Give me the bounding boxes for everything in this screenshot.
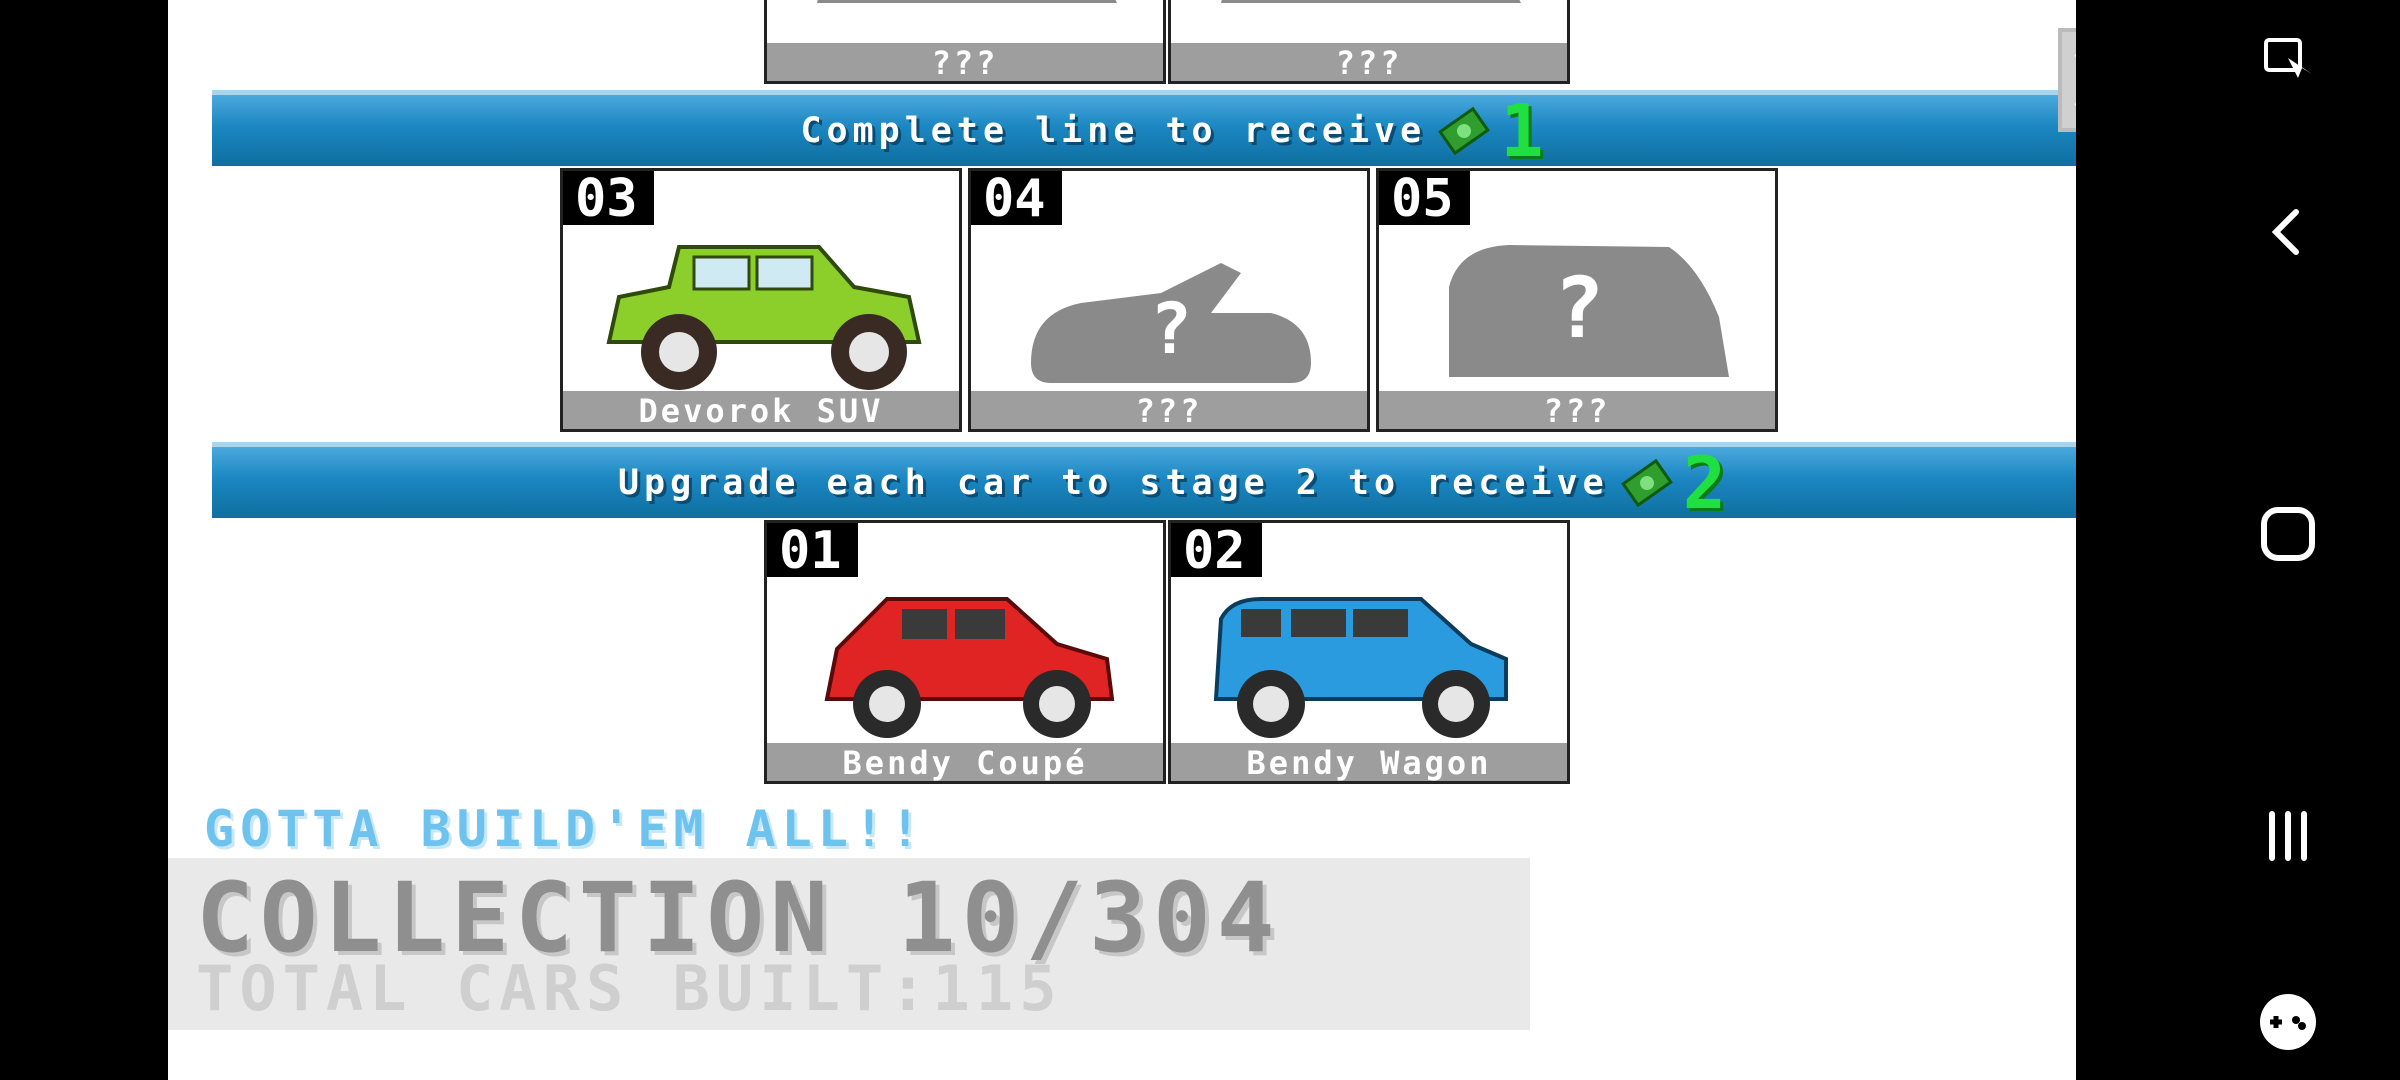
upgrade-reward-banner: Upgrade each car to stage 2 to receive 2 bbox=[212, 440, 2076, 525]
back-icon bbox=[2271, 209, 2299, 255]
screen-touch-button[interactable] bbox=[2248, 20, 2328, 100]
money-icon bbox=[1620, 458, 1673, 507]
reward-count: 1 bbox=[1500, 88, 1544, 173]
car-number: 02 bbox=[1171, 523, 1262, 579]
car-card-top-1[interactable]: ??? bbox=[764, 0, 1166, 84]
gamepad-icon bbox=[2260, 994, 2316, 1050]
suv-car-icon bbox=[606, 245, 922, 390]
reward-count: 2 bbox=[1682, 440, 1727, 525]
home-icon bbox=[2261, 507, 2315, 561]
car-name: ??? bbox=[971, 391, 1367, 429]
screen-touch-icon bbox=[2264, 38, 2312, 78]
money-icon bbox=[1438, 106, 1491, 155]
banner-text: Upgrade each car to stage 2 to receive bbox=[617, 462, 1609, 503]
tagline: GOTTA BUILD'EM ALL!! bbox=[204, 800, 927, 858]
locked-car-silhouette: ? bbox=[1031, 263, 1311, 383]
recents-button[interactable] bbox=[2248, 796, 2328, 876]
car-name: ??? bbox=[1379, 391, 1775, 429]
car-silhouette bbox=[1221, 0, 1521, 3]
car-card-05[interactable]: 05 ? ??? bbox=[1376, 168, 1778, 432]
system-nav-bar bbox=[2176, 0, 2400, 1080]
game-screen: ??? ??? Complete line to receive 1 03 De… bbox=[168, 0, 2076, 1080]
car-name: Bendy Wagon bbox=[1171, 743, 1567, 781]
car-card-top-2[interactable]: ??? bbox=[1168, 0, 1570, 84]
car-number: 04 bbox=[971, 171, 1062, 227]
car-number: 01 bbox=[767, 523, 858, 579]
line-reward-banner: Complete line to receive 1 bbox=[212, 88, 2076, 173]
car-name: ??? bbox=[1171, 43, 1567, 81]
home-button[interactable] bbox=[2248, 494, 2328, 574]
car-card-03[interactable]: 03 Devorok SUV bbox=[560, 168, 962, 432]
back-button[interactable] bbox=[2248, 192, 2328, 272]
wagon-car-icon bbox=[1213, 597, 1508, 738]
recents-icon bbox=[2269, 811, 2307, 861]
car-number: 05 bbox=[1379, 171, 1470, 227]
car-silhouette bbox=[817, 0, 1117, 3]
coupe-car-icon bbox=[824, 597, 1115, 738]
close-button[interactable] bbox=[2058, 28, 2076, 132]
car-card-04[interactable]: 04 ? ??? bbox=[968, 168, 1370, 432]
svg-text:?: ? bbox=[1150, 288, 1192, 370]
banner-text: Complete line to receive bbox=[800, 110, 1427, 151]
locked-car-silhouette: ? bbox=[1449, 245, 1729, 377]
total-cars-built: TOTAL CARS BUILT:115 bbox=[196, 952, 1063, 1025]
car-name: ??? bbox=[767, 43, 1163, 81]
svg-text:?: ? bbox=[1554, 259, 1605, 357]
car-card-02[interactable]: 02 Bendy Wagon bbox=[1168, 520, 1570, 784]
car-name: Devorok SUV bbox=[563, 391, 959, 429]
car-name: Bendy Coupé bbox=[767, 743, 1163, 781]
gamepad-button[interactable] bbox=[2248, 982, 2328, 1062]
car-card-01[interactable]: 01 Bendy Coupé bbox=[764, 520, 1166, 784]
car-number: 03 bbox=[563, 171, 654, 227]
close-icon bbox=[2074, 54, 2076, 106]
